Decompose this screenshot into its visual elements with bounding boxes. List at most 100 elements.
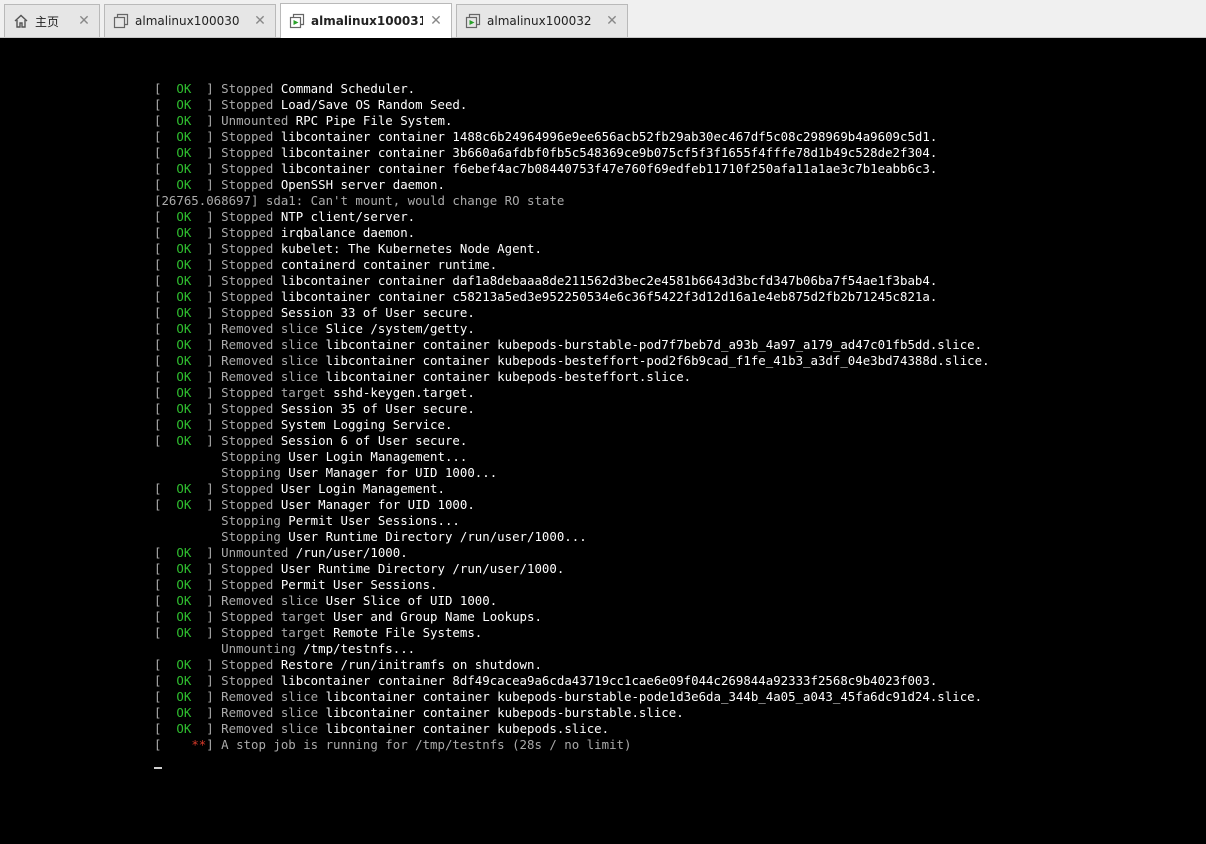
unit-name: irqbalance daemon. xyxy=(280,225,416,240)
status-ok: OK xyxy=(176,145,192,160)
unit-name: libcontainer container c58213a5ed3e95225… xyxy=(280,289,938,304)
console-line: [ OK ] Stopped Session 35 of User secure… xyxy=(154,401,475,416)
vm-console[interactable]: [ OK ] Stopped Command Scheduler.[ OK ] … xyxy=(0,38,1206,844)
status-ok: OK xyxy=(176,289,192,304)
action-verb: Stopped target xyxy=(221,609,326,624)
close-icon[interactable]: ✕ xyxy=(253,13,267,29)
unit-name: User Manager for UID 1000... xyxy=(288,465,498,480)
status-ok: OK xyxy=(176,337,192,352)
console-line: [ OK ] Removed slice libcontainer contai… xyxy=(154,721,610,736)
status-ok: OK xyxy=(176,721,192,736)
console-line: [ OK ] Unmounted RPC Pipe File System. xyxy=(154,113,453,128)
console-line: [ OK ] Stopped Session 33 of User secure… xyxy=(154,305,475,320)
console-line: [ OK ] Stopped Load/Save OS Random Seed. xyxy=(154,97,468,112)
console-line: [ OK ] Stopped Restore /run/initramfs on… xyxy=(154,657,542,672)
console-line: [ OK ] Stopped kubelet: The Kubernetes N… xyxy=(154,241,542,256)
tab-label: almalinux100031 xyxy=(311,14,423,28)
console-line: [ OK ] Stopped target User and Group Nam… xyxy=(154,609,542,624)
status-ok: OK xyxy=(176,545,192,560)
action-verb: Stopped xyxy=(221,145,274,160)
console-line: [ OK ] Stopped Command Scheduler. xyxy=(154,81,416,96)
console-output: [ OK ] Stopped Command Scheduler.[ OK ] … xyxy=(154,81,990,753)
status-ok: OK xyxy=(176,353,192,368)
tab-almalinux100031[interactable]: almalinux100031 ✕ xyxy=(280,3,452,38)
unit-name: Command Scheduler. xyxy=(280,81,416,96)
action-verb: Unmounted xyxy=(221,113,289,128)
console-line: Stopping User Manager for UID 1000... xyxy=(154,465,990,481)
console-line: [ OK ] Stopped irqbalance daemon. xyxy=(154,225,416,240)
console-line: [ OK ] Stopped Session 6 of User secure. xyxy=(154,433,468,448)
action-verb: Stopping xyxy=(221,465,281,480)
close-icon[interactable]: ✕ xyxy=(77,13,91,29)
status-ok: OK xyxy=(176,161,192,176)
unit-name: /run/user/1000. xyxy=(295,545,408,560)
console-line: Stopping Permit User Sessions... xyxy=(154,513,990,529)
close-icon[interactable]: ✕ xyxy=(429,13,443,29)
unit-name: Slice /system/getty. xyxy=(325,321,475,336)
console-line: [ OK ] Removed slice libcontainer contai… xyxy=(154,689,983,704)
console-line: [ OK ] Stopped libcontainer container f6… xyxy=(154,161,938,176)
console-line: [ OK ] Stopped Permit User Sessions. xyxy=(154,577,438,592)
text-cursor xyxy=(154,767,162,769)
close-icon[interactable]: ✕ xyxy=(605,13,619,29)
unit-name: User Login Management... xyxy=(288,449,468,464)
action-verb: Stopped xyxy=(221,273,274,288)
action-verb: Stopped xyxy=(221,305,274,320)
status-ok: OK xyxy=(176,369,192,384)
status-ok: OK xyxy=(176,657,192,672)
tab-almalinux100030[interactable]: almalinux100030 ✕ xyxy=(104,4,276,37)
status-ok: OK xyxy=(176,593,192,608)
kernel-message: [26765.068697] sda1: Can't mount, would … xyxy=(154,193,565,208)
console-line: [ OK ] Stopped libcontainer container 3b… xyxy=(154,145,938,160)
status-ok: OK xyxy=(176,417,192,432)
console-line: Stopping User Runtime Directory /run/use… xyxy=(154,529,990,545)
console-line: [ OK ] Stopped target Remote File System… xyxy=(154,625,483,640)
action-verb: Stopped xyxy=(221,257,274,272)
status-ok: OK xyxy=(176,241,192,256)
console-line: [ OK ] Stopped containerd container runt… xyxy=(154,257,498,272)
status-ok: OK xyxy=(176,321,192,336)
action-verb: Removed slice xyxy=(221,705,319,720)
unit-name: Load/Save OS Random Seed. xyxy=(280,97,468,112)
unit-name: kubelet: The Kubernetes Node Agent. xyxy=(280,241,542,256)
unit-name: Session 6 of User secure. xyxy=(280,433,468,448)
action-verb: Stopped target xyxy=(221,385,326,400)
status-ok: OK xyxy=(176,385,192,400)
home-icon xyxy=(13,13,29,29)
unit-name: Session 35 of User secure. xyxy=(280,401,475,416)
console-line: [ OK ] Removed slice libcontainer contai… xyxy=(154,337,983,352)
action-verb: Stopped xyxy=(221,673,274,688)
unit-name: Permit User Sessions. xyxy=(280,577,438,592)
action-verb: Stopped xyxy=(221,81,274,96)
status-ok: OK xyxy=(176,129,192,144)
tab-home[interactable]: 主页 ✕ xyxy=(4,4,100,37)
console-line: [ OK ] Stopped NTP client/server. xyxy=(154,209,416,224)
unit-name: Permit User Sessions... xyxy=(288,513,460,528)
action-verb: Stopped xyxy=(221,289,274,304)
action-verb: Stopped xyxy=(221,241,274,256)
action-verb: Stopping xyxy=(221,513,281,528)
console-line: [ OK ] Unmounted /run/user/1000. xyxy=(154,545,408,560)
console-line: [ OK ] Stopped libcontainer container 8d… xyxy=(154,673,938,688)
unit-name: libcontainer container kubepods-besteffo… xyxy=(325,369,692,384)
action-verb: Removed slice xyxy=(221,337,319,352)
action-verb: Stopped xyxy=(221,97,274,112)
status-ok: OK xyxy=(176,273,192,288)
console-line: [ OK ] Removed slice libcontainer contai… xyxy=(154,705,684,720)
vm-running-icon xyxy=(465,13,481,29)
action-verb: Stopped xyxy=(221,481,274,496)
unit-name: libcontainer container 3b660a6afdbf0fb5c… xyxy=(280,145,938,160)
action-verb: Removed slice xyxy=(221,321,319,336)
tab-almalinux100032[interactable]: almalinux100032 ✕ xyxy=(456,4,628,37)
unit-name: RPC Pipe File System. xyxy=(295,113,453,128)
action-verb: Stopped xyxy=(221,433,274,448)
unit-name: libcontainer container 1488c6b24964996e9… xyxy=(280,129,938,144)
tab-label: 主页 xyxy=(35,14,60,29)
status-ok: OK xyxy=(176,257,192,272)
vm-running-icon xyxy=(289,13,305,29)
action-verb: Removed slice xyxy=(221,369,319,384)
unit-name: System Logging Service. xyxy=(280,417,453,432)
status-ok: OK xyxy=(176,705,192,720)
status-ok: OK xyxy=(176,113,192,128)
action-verb: Stopping xyxy=(221,529,281,544)
